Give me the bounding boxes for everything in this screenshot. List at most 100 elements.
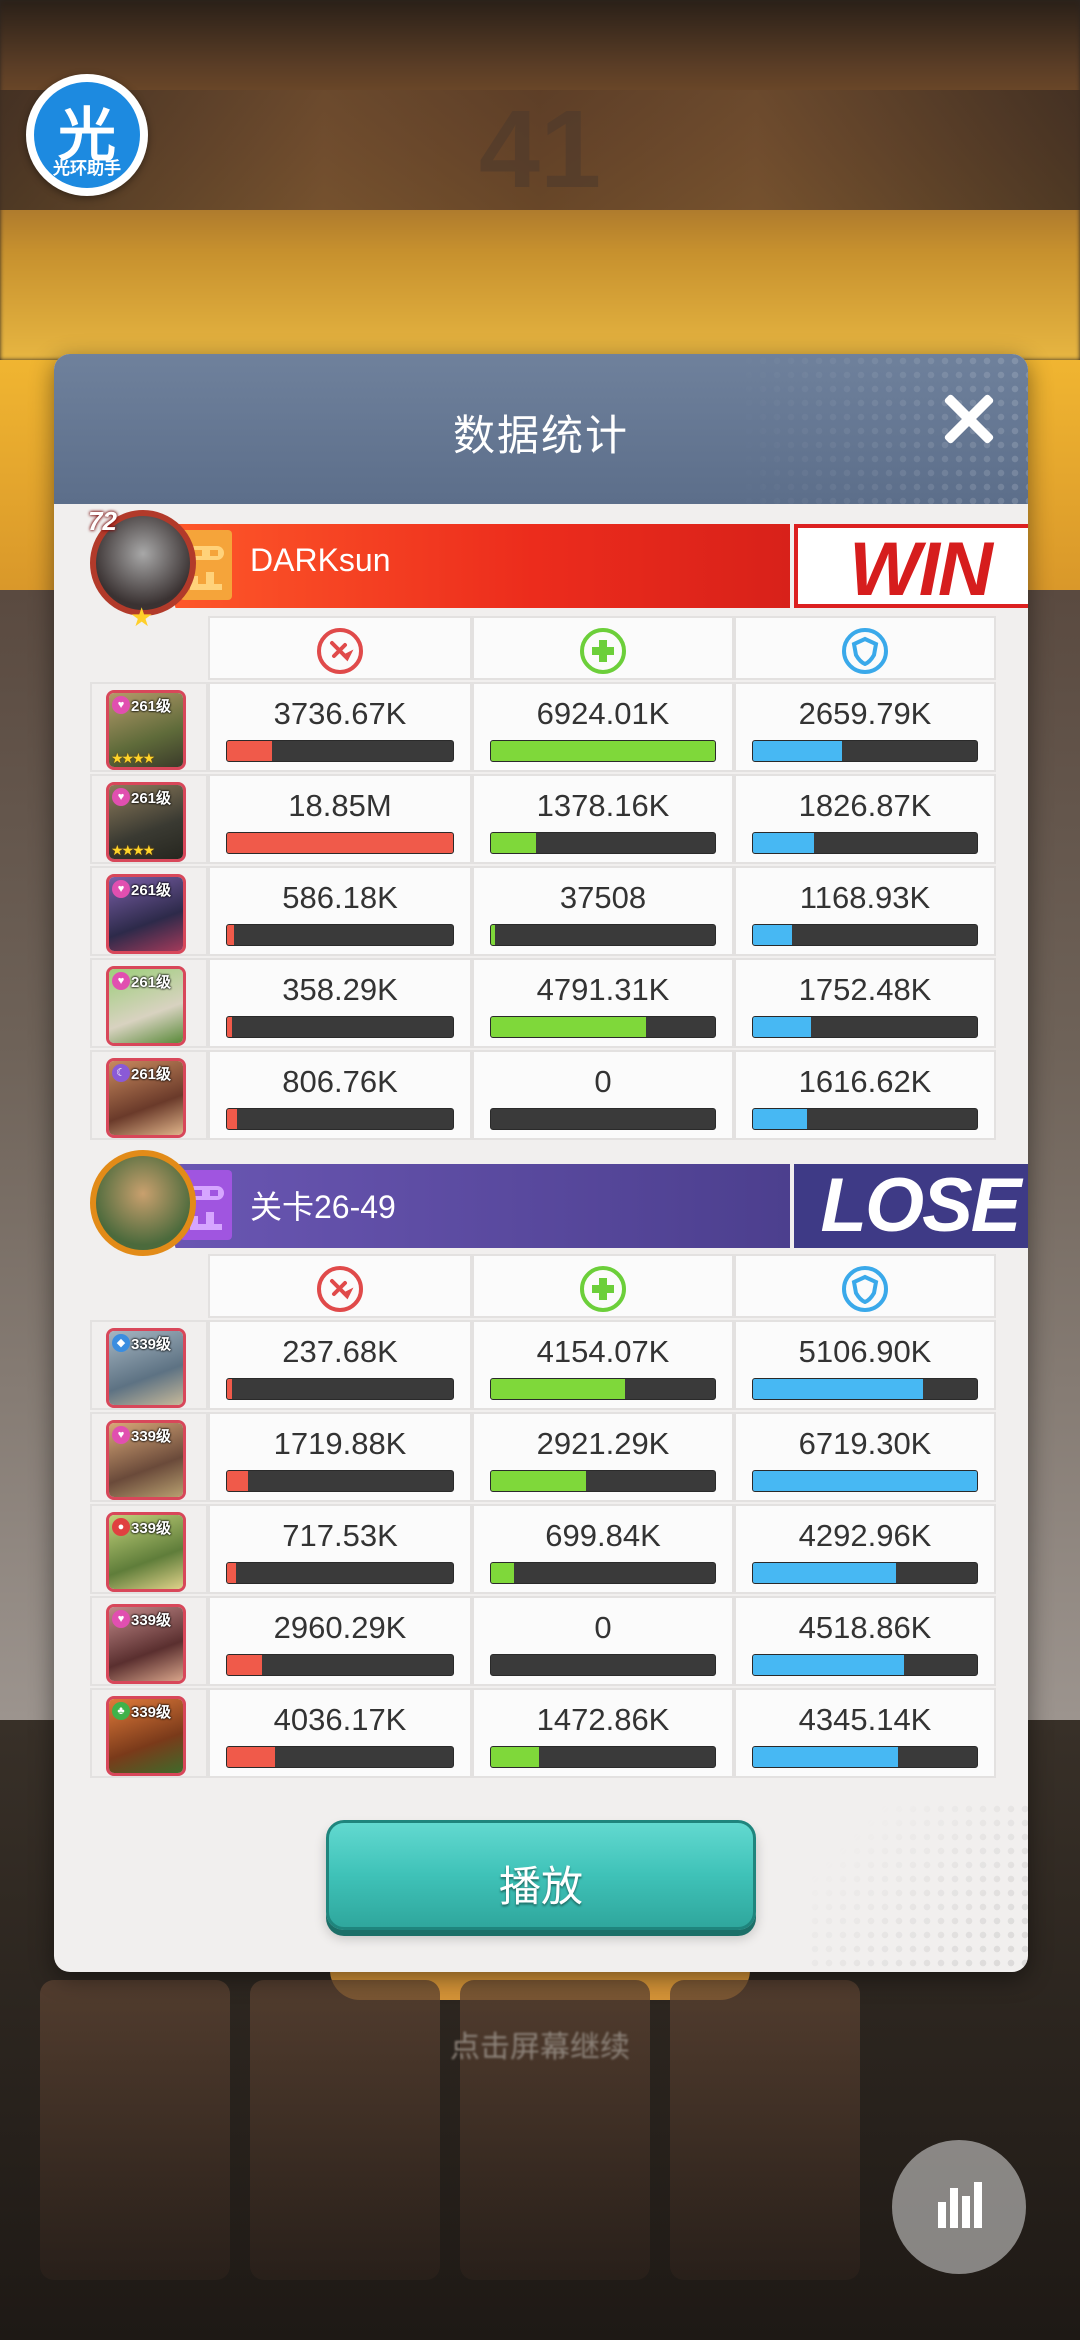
- defense-bar-fill: [753, 1471, 977, 1491]
- dialog-header: 数据统计: [54, 354, 1028, 504]
- hero-stats-row: ♥ 339级 1719.88K 2921.29K 6719.30K: [90, 1412, 996, 1504]
- defense-value: 4345.14K: [798, 1702, 932, 1737]
- damage-value: 1719.88K: [273, 1426, 407, 1461]
- play-button[interactable]: 播放: [326, 1820, 756, 1930]
- header-blank-cell: [90, 1254, 208, 1318]
- hero-level: 261级: [131, 790, 172, 807]
- hero-stats-row: ◆ 339级 237.68K 4154.07K 5106.90K: [90, 1320, 996, 1412]
- damage-cell: 586.18K: [208, 866, 472, 956]
- defense-bar-track: [752, 740, 978, 762]
- background-tip-text: 点击屏幕继续: [450, 2031, 630, 2064]
- damage-bar-fill: [227, 925, 234, 945]
- heal-bar-fill: [491, 1017, 646, 1037]
- element-icon: ◆: [112, 1334, 130, 1352]
- damage-bar-fill: [227, 1563, 236, 1583]
- heal-bar-track: [490, 1016, 716, 1038]
- hero-level: 261级: [131, 698, 172, 715]
- hero-portrait[interactable]: ♥ 261级: [106, 874, 186, 954]
- hero-portrait-cell: ♥ 339级: [90, 1412, 208, 1502]
- team-name-bar: [150, 1164, 790, 1248]
- damage-bar-track: [226, 1470, 454, 1492]
- hero-portrait-cell: ♣ 339级: [90, 1688, 208, 1778]
- defense-value: 4518.86K: [798, 1610, 932, 1645]
- element-icon: ♣: [112, 1702, 130, 1720]
- header-cell: [208, 1254, 472, 1318]
- hero-portrait[interactable]: ♥ 261级: [106, 966, 186, 1046]
- assistant-badge[interactable]: 光 光环助手: [26, 74, 148, 196]
- hero-portrait-cell: ♥ 261级: [90, 958, 208, 1048]
- defense-value: 1752.48K: [798, 972, 932, 1007]
- player-level: 72: [88, 506, 117, 536]
- damage-bar-track: [226, 1378, 454, 1400]
- heal-bar-track: [490, 1378, 716, 1400]
- heal-bar-track: [490, 1562, 716, 1584]
- assistant-badge-inner: 光 光环助手: [34, 82, 140, 188]
- close-icon[interactable]: [934, 384, 1004, 454]
- defense-bar-fill: [753, 1747, 898, 1767]
- enemy-avatar[interactable]: [90, 1150, 196, 1256]
- hero-portrait[interactable]: ● 339级: [106, 1512, 186, 1592]
- hero-level: 339级: [131, 1336, 172, 1353]
- damage-bar-track: [226, 1654, 454, 1676]
- damage-bar-fill: [227, 1017, 232, 1037]
- team-banner-win: DARKsun WIN 72 ★: [88, 506, 1028, 632]
- hero-portrait[interactable]: ♥ 261级 ★★★★: [106, 690, 186, 770]
- defense-bar-track: [752, 1654, 978, 1676]
- defense-value: 6719.30K: [798, 1426, 932, 1461]
- header-cell: [472, 1254, 734, 1318]
- heal-bar-track: [490, 924, 716, 946]
- defense-bar-track: [752, 1016, 978, 1038]
- hero-level: 339级: [131, 1612, 172, 1629]
- damage-bar-track: [226, 740, 454, 762]
- hero-stars: ★★★★: [111, 750, 155, 766]
- heal-cell: 0: [472, 1050, 734, 1140]
- heal-value: 4791.31K: [536, 972, 670, 1007]
- hero-portrait-cell: ● 339级: [90, 1504, 208, 1594]
- defense-bar-track: [752, 1470, 978, 1492]
- damage-cell: 3736.67K: [208, 682, 472, 772]
- hero-level: 261级: [131, 974, 172, 991]
- damage-cell: 237.68K: [208, 1320, 472, 1410]
- hero-portrait[interactable]: ♥ 339级: [106, 1420, 186, 1500]
- damage-bar-track: [226, 924, 454, 946]
- element-icon: ♥: [112, 1610, 130, 1628]
- background-score: 41: [478, 88, 602, 211]
- dialog-title: 数据统计: [452, 412, 629, 459]
- damage-cell: 1719.88K: [208, 1412, 472, 1502]
- damage-value: 18.85M: [288, 788, 392, 823]
- attack-icon: [317, 1266, 363, 1312]
- header-blank-cell: [90, 616, 208, 680]
- defense-value: 1616.62K: [798, 1064, 932, 1099]
- hero-portrait[interactable]: ◆ 339级: [106, 1328, 186, 1408]
- damage-value: 717.53K: [282, 1518, 398, 1553]
- hero-stats-row: ♣ 339级 4036.17K 1472.86K 4345.14K: [90, 1688, 996, 1780]
- heal-value: 0: [594, 1064, 612, 1099]
- heal-cell: 4791.31K: [472, 958, 734, 1048]
- heal-value: 0: [594, 1610, 612, 1645]
- defense-cell: 1752.48K: [734, 958, 996, 1048]
- hero-portrait[interactable]: ☾ 261级: [106, 1058, 186, 1138]
- heal-value: 6924.01K: [536, 696, 670, 731]
- hero-portrait[interactable]: ♥ 261级 ★★★★: [106, 782, 186, 862]
- heal-bar-track: [490, 1746, 716, 1768]
- team-banner-lose: 关卡26-49 LOSE: [90, 1150, 1028, 1256]
- damage-value: 358.29K: [282, 972, 398, 1007]
- hero-portrait[interactable]: ♥ 339级: [106, 1604, 186, 1684]
- stats-float-button[interactable]: [892, 2140, 1026, 2274]
- heal-cell: 4154.07K: [472, 1320, 734, 1410]
- hero-level: 261级: [131, 1066, 172, 1083]
- hero-portrait[interactable]: ♣ 339级: [106, 1696, 186, 1776]
- hero-stats-row: ☾ 261级 806.76K 0 1616.62K: [90, 1050, 996, 1142]
- defense-cell: 6719.30K: [734, 1412, 996, 1502]
- bar-chart-icon: [938, 2182, 982, 2228]
- heal-bar-track: [490, 1470, 716, 1492]
- heal-icon: [580, 628, 626, 674]
- element-icon: ♥: [112, 972, 130, 990]
- defense-bar-fill: [753, 741, 842, 761]
- heal-value: 2921.29K: [536, 1426, 670, 1461]
- damage-bar-track: [226, 832, 454, 854]
- defense-bar-track: [752, 1562, 978, 1584]
- hero-stats-row: ♥ 261级 ★★★★ 3736.67K 6924.01K 2659.79K: [90, 682, 996, 774]
- hero-level: 339级: [131, 1520, 172, 1537]
- heal-cell: 1378.16K: [472, 774, 734, 864]
